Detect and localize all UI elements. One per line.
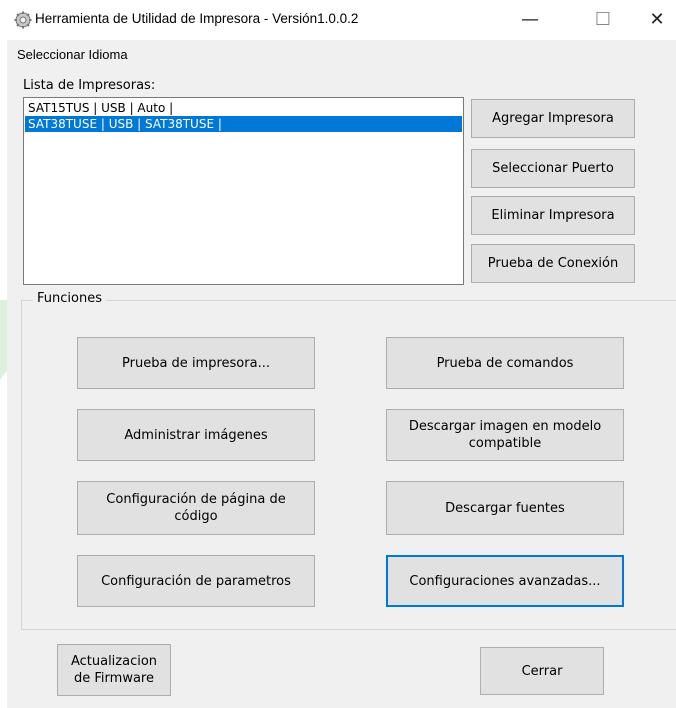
maximize-button[interactable]: ☐: [585, 4, 621, 36]
print-test-button[interactable]: Prueba de impresora...: [77, 337, 315, 389]
select-port-button[interactable]: Seleccionar Puerto: [471, 149, 635, 188]
app-window: Herramienta de Utilidad de Impresora - V…: [7, 0, 676, 708]
printer-gear-icon: [14, 11, 32, 29]
printer-list-item-selected[interactable]: SAT38TUSE | USB | SAT38TUSE |: [25, 116, 462, 132]
printer-list-item[interactable]: SAT15TUS | USB | Auto |: [25, 100, 462, 116]
title-bar: Herramienta de Utilidad de Impresora - V…: [7, 0, 676, 40]
codepage-config-button[interactable]: Configuración de página de código: [77, 481, 315, 535]
manage-images-button[interactable]: Administrar imágenes: [77, 409, 315, 461]
functions-group-title: Funciones: [33, 291, 106, 306]
test-connection-button[interactable]: Prueba de Conexión: [471, 244, 635, 283]
printer-list[interactable]: SAT15TUS | USB | Auto | SAT38TUSE | USB …: [23, 97, 464, 285]
close-window-button[interactable]: ✕: [639, 4, 675, 36]
download-fonts-button[interactable]: Descargar fuentes: [386, 481, 624, 535]
minimize-button[interactable]: —: [512, 4, 548, 36]
download-image-button[interactable]: Descargar imagen en modelo compatible: [386, 409, 624, 461]
close-button[interactable]: Cerrar: [480, 647, 604, 695]
advanced-config-button[interactable]: Configuraciones avanzadas...: [386, 555, 624, 607]
parameter-config-button[interactable]: Configuración de parametros: [77, 555, 315, 607]
menu-select-language[interactable]: Seleccionar Idioma: [17, 47, 128, 62]
firmware-update-button[interactable]: Actualizacion de Firmware: [57, 644, 171, 696]
printer-list-label: Lista de Impresoras:: [23, 78, 156, 93]
window-title: Herramienta de Utilidad de Impresora - V…: [35, 11, 359, 26]
menu-bar: Seleccionar Idioma: [7, 40, 676, 66]
add-printer-button[interactable]: Agregar Impresora: [471, 99, 635, 138]
remove-printer-button[interactable]: Eliminar Impresora: [471, 196, 635, 235]
command-test-button[interactable]: Prueba de comandos: [386, 337, 624, 389]
